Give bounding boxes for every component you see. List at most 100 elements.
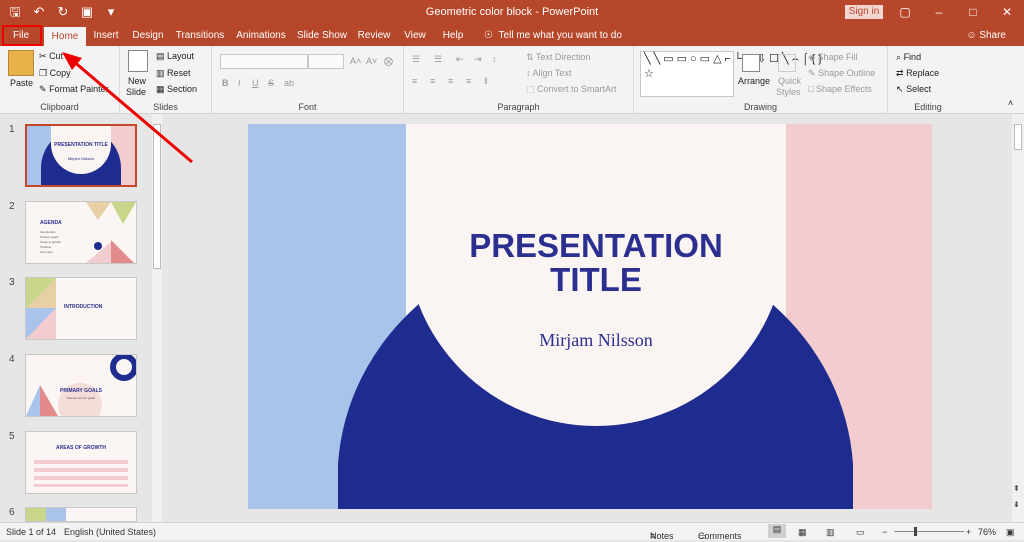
columns-icon[interactable]: ‖ [484, 76, 488, 86]
format-painter-button[interactable]: ✎ Format Painter [39, 84, 109, 95]
align-right-icon[interactable]: ≡ [448, 76, 453, 86]
close-button[interactable]: ✕ [990, 0, 1024, 25]
cut-button[interactable]: ✂ Cut [39, 51, 63, 62]
shape-fill-button[interactable]: ◈ Shape Fill [808, 52, 857, 63]
tab-design[interactable]: Design [128, 25, 168, 46]
tab-transitions[interactable]: Transitions [174, 25, 226, 46]
italic-button[interactable]: I [238, 78, 241, 88]
title-bar: 🖫 ↶ ↻ ▣ ▾ Geometric color block - PowerP… [0, 0, 1024, 25]
ribbon-display-options-icon[interactable]: ▢ [888, 0, 922, 25]
new-slide-button-line2[interactable]: Slide [126, 87, 146, 97]
shape-outline-button[interactable]: ✎ Shape Outline [808, 68, 875, 79]
shapes-gallery[interactable]: ╲╲▭▭○▭△⌐└⇨⇩☐╲⌢⌠{}☆ [640, 51, 822, 97]
thumb2-item: Summary [40, 250, 53, 254]
thumbnail-slide-6[interactable] [25, 507, 137, 522]
slide-scroll-thumb[interactable] [1014, 124, 1022, 150]
language-indicator[interactable]: English (United States) [64, 527, 156, 537]
tab-animations[interactable]: Animations [234, 25, 288, 46]
align-left-icon[interactable]: ≡ [412, 76, 417, 86]
bullets-icon[interactable]: ☰ [412, 54, 420, 65]
maximize-button[interactable]: □ [956, 0, 990, 25]
quick-styles-icon[interactable] [778, 54, 796, 72]
thumbnail-slide-3[interactable]: INTRODUCTION [25, 277, 137, 340]
ribbon-tabs: File Home Insert Design Transitions Anim… [0, 25, 1024, 46]
scissors-icon: ✂ [39, 51, 47, 61]
normal-view-icon[interactable]: ▤ [768, 524, 786, 538]
tab-insert[interactable]: Insert [88, 25, 124, 46]
decrease-font-icon[interactable]: A˅ [366, 56, 377, 66]
zoom-slider[interactable] [894, 531, 964, 532]
replace-button[interactable]: ⇄ Replace [896, 68, 939, 79]
tab-slide-show[interactable]: Slide Show [296, 25, 348, 46]
bold-button[interactable]: B [222, 78, 229, 88]
share-button[interactable]: ☺ Share [966, 25, 1006, 46]
slideshow-view-icon[interactable]: ▭ [856, 527, 865, 538]
next-slide-icon[interactable]: ⇟ [1013, 500, 1020, 509]
tab-help[interactable]: Help [438, 25, 468, 46]
underline-button[interactable]: U [252, 78, 259, 88]
arrange-icon[interactable] [742, 54, 760, 72]
tell-me-search[interactable]: ☉ Tell me what you want to do [484, 25, 622, 46]
new-slide-button[interactable]: New [128, 76, 146, 86]
numbering-icon[interactable]: ☰ [434, 54, 442, 65]
font-size-combo[interactable] [308, 54, 344, 69]
layout-button[interactable]: ▤ Layout [156, 51, 194, 62]
slide-subtitle[interactable]: Mirjam Nilsson [406, 330, 786, 351]
slide-title[interactable]: PRESENTATION TITLE [406, 229, 786, 297]
zoom-out-icon[interactable]: − [882, 527, 887, 537]
thumb4-graphic [26, 355, 136, 416]
thumbnails-scroll-thumb[interactable] [153, 124, 161, 269]
minimize-button[interactable]: – [922, 0, 956, 25]
thumbnail-slide-2[interactable]: AGENDA Introduction Primary goals Areas … [25, 201, 137, 264]
thumbnail-slide-4[interactable]: PRIMARY GOALS Sample text for goals [25, 354, 137, 417]
section-button[interactable]: ▦ Section [156, 84, 197, 95]
line-spacing-icon[interactable]: ↕ [492, 54, 497, 64]
new-slide-icon[interactable] [128, 50, 148, 72]
shadow-button[interactable]: ab [284, 78, 294, 88]
increase-indent-icon[interactable]: ⇥ [474, 54, 482, 65]
align-text-button[interactable]: ↕ Align Text [526, 68, 571, 78]
slide-background-graphic [248, 124, 932, 509]
font-name-combo[interactable] [220, 54, 308, 69]
strikethrough-button[interactable]: S [268, 78, 274, 88]
clear-formatting-icon[interactable]: ⨂ [384, 56, 393, 67]
sign-in-button[interactable]: Sign in [845, 5, 883, 19]
paintbrush-icon: ✎ [39, 84, 47, 94]
align-center-icon[interactable]: ≡ [430, 76, 435, 86]
previous-slide-icon[interactable]: ⇞ [1013, 484, 1020, 493]
find-button[interactable]: ⌕ Find [896, 52, 921, 63]
tab-view[interactable]: View [400, 25, 430, 46]
zoom-in-icon[interactable]: + [966, 527, 971, 537]
collapse-ribbon-icon[interactable]: ˄ [1008, 98, 1013, 108]
quick-styles-button[interactable]: Quick [778, 76, 801, 86]
decrease-indent-icon[interactable]: ⇤ [456, 54, 464, 65]
tab-home[interactable]: Home [44, 27, 86, 46]
tab-review[interactable]: Review [356, 25, 392, 46]
thumb2-title: AGENDA [40, 220, 62, 226]
text-direction-button[interactable]: ⇅ Text Direction [526, 52, 590, 63]
reset-button[interactable]: ▥ Reset [156, 68, 191, 79]
thumbnail-slide-5[interactable]: AREAS OF GROWTH [25, 431, 137, 494]
reading-view-icon[interactable]: ▥ [826, 527, 835, 538]
slide-vertical-scrollbar[interactable]: ⇞ ⇟ [1012, 114, 1024, 522]
current-slide[interactable]: PRESENTATION TITLE Mirjam Nilsson [248, 124, 932, 509]
paste-icon[interactable] [8, 50, 34, 76]
font-group-label: Font [298, 102, 317, 112]
copy-button[interactable]: ❐ Copy [39, 68, 71, 79]
clipboard-group-label: Clipboard [40, 102, 79, 112]
increase-font-icon[interactable]: A˄ [350, 56, 361, 66]
zoom-level[interactable]: 76% [978, 527, 996, 537]
slide-sorter-icon[interactable]: ▦ [798, 527, 807, 538]
convert-smartart-button[interactable]: ⬚ Convert to SmartArt [526, 84, 617, 95]
fit-slide-icon[interactable]: ▣ [1006, 527, 1015, 538]
paste-button[interactable]: Paste [10, 78, 33, 88]
thumbnails-scrollbar[interactable] [152, 114, 162, 522]
select-button[interactable]: ↖ Select [896, 84, 931, 95]
justify-icon[interactable]: ≡ [466, 76, 471, 86]
thumbnail-slide-1[interactable]: PRESENTATION TITLE Mirjam Nilsson [25, 124, 137, 187]
zoom-slider-thumb[interactable] [914, 527, 917, 536]
align-text-icon: ↕ [526, 68, 531, 78]
quick-styles-button-line2[interactable]: Styles [776, 87, 801, 97]
shape-effects-button[interactable]: □ Shape Effects [808, 84, 872, 94]
arrange-button[interactable]: Arrange [738, 76, 770, 86]
